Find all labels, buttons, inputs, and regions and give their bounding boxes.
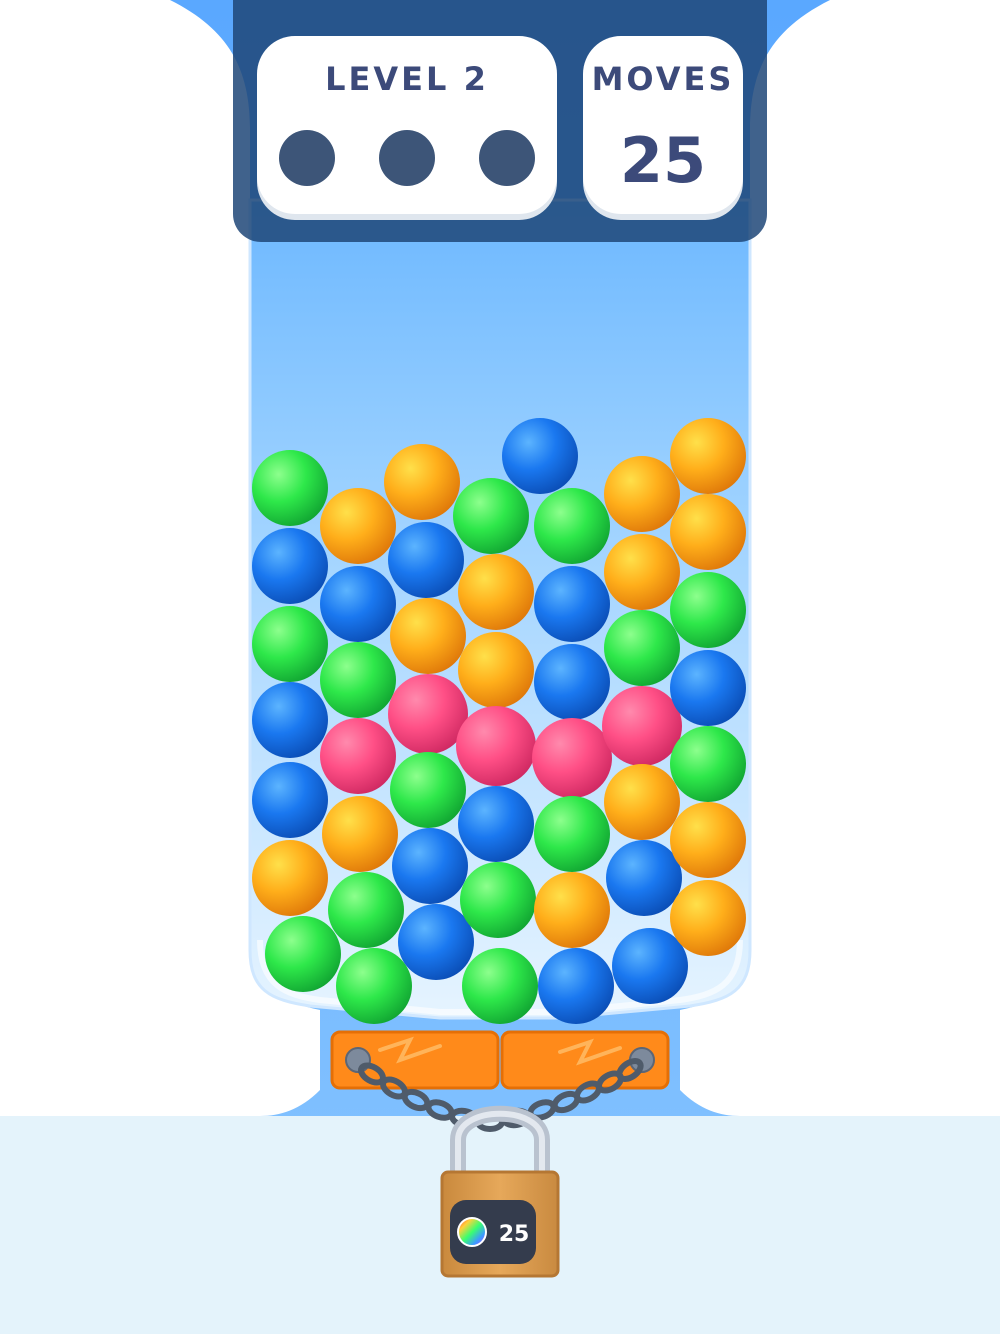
ball-blue[interactable]	[398, 904, 474, 980]
ball-orange[interactable]	[604, 534, 680, 610]
ball-blue[interactable]	[252, 528, 328, 604]
ball-blue[interactable]	[320, 566, 396, 642]
ball-blue[interactable]	[458, 786, 534, 862]
ball-orange[interactable]	[534, 872, 610, 948]
ball-green[interactable]	[453, 478, 529, 554]
ball-green[interactable]	[265, 916, 341, 992]
ball-pink[interactable]	[388, 674, 468, 754]
ball-green[interactable]	[390, 752, 466, 828]
progress-dot-3	[479, 130, 535, 186]
ball-green[interactable]	[670, 726, 746, 802]
ball-orange[interactable]	[670, 802, 746, 878]
progress-dot-1	[279, 130, 335, 186]
ball-blue[interactable]	[534, 566, 610, 642]
ball-blue[interactable]	[606, 840, 682, 916]
ball-green[interactable]	[252, 450, 328, 526]
ball-green[interactable]	[320, 642, 396, 718]
ball-pink[interactable]	[602, 686, 682, 766]
moves-label: MOVES	[591, 60, 735, 98]
ball-pink[interactable]	[456, 706, 536, 786]
ball-orange[interactable]	[458, 632, 534, 708]
lock-count: 25	[499, 1222, 530, 1247]
ball-blue[interactable]	[392, 828, 468, 904]
ball-green[interactable]	[252, 606, 328, 682]
ball-orange[interactable]	[252, 840, 328, 916]
ball-blue[interactable]	[252, 682, 328, 758]
ball-orange[interactable]	[384, 444, 460, 520]
ball-green[interactable]	[534, 488, 610, 564]
ball-green[interactable]	[460, 862, 536, 938]
ball-pink[interactable]	[320, 718, 396, 794]
ball-pink[interactable]	[532, 718, 612, 798]
moves-card: MOVES 25	[583, 36, 743, 214]
ball-green[interactable]	[534, 796, 610, 872]
level-label: LEVEL 2	[325, 60, 489, 98]
ball-blue[interactable]	[538, 948, 614, 1024]
rainbow-ball-icon	[457, 1217, 487, 1247]
ball-orange[interactable]	[604, 764, 680, 840]
ball-green[interactable]	[604, 610, 680, 686]
ball-orange[interactable]	[604, 456, 680, 532]
ball-orange[interactable]	[322, 796, 398, 872]
ball-orange[interactable]	[670, 494, 746, 570]
ball-green[interactable]	[328, 872, 404, 948]
ball-blue[interactable]	[534, 644, 610, 720]
ball-blue[interactable]	[502, 418, 578, 494]
ball-blue[interactable]	[252, 762, 328, 838]
ball-orange[interactable]	[670, 418, 746, 494]
ball-blue[interactable]	[388, 522, 464, 598]
progress-dot-2	[379, 130, 435, 186]
ball-green[interactable]	[336, 948, 412, 1024]
ball-orange[interactable]	[458, 554, 534, 630]
ball-green[interactable]	[670, 572, 746, 648]
ball-orange[interactable]	[390, 598, 466, 674]
moves-value: 25	[619, 124, 707, 197]
ball-green[interactable]	[462, 948, 538, 1024]
level-card: LEVEL 2	[257, 36, 557, 214]
ball-orange[interactable]	[320, 488, 396, 564]
ball-orange[interactable]	[670, 880, 746, 956]
ball-blue[interactable]	[670, 650, 746, 726]
